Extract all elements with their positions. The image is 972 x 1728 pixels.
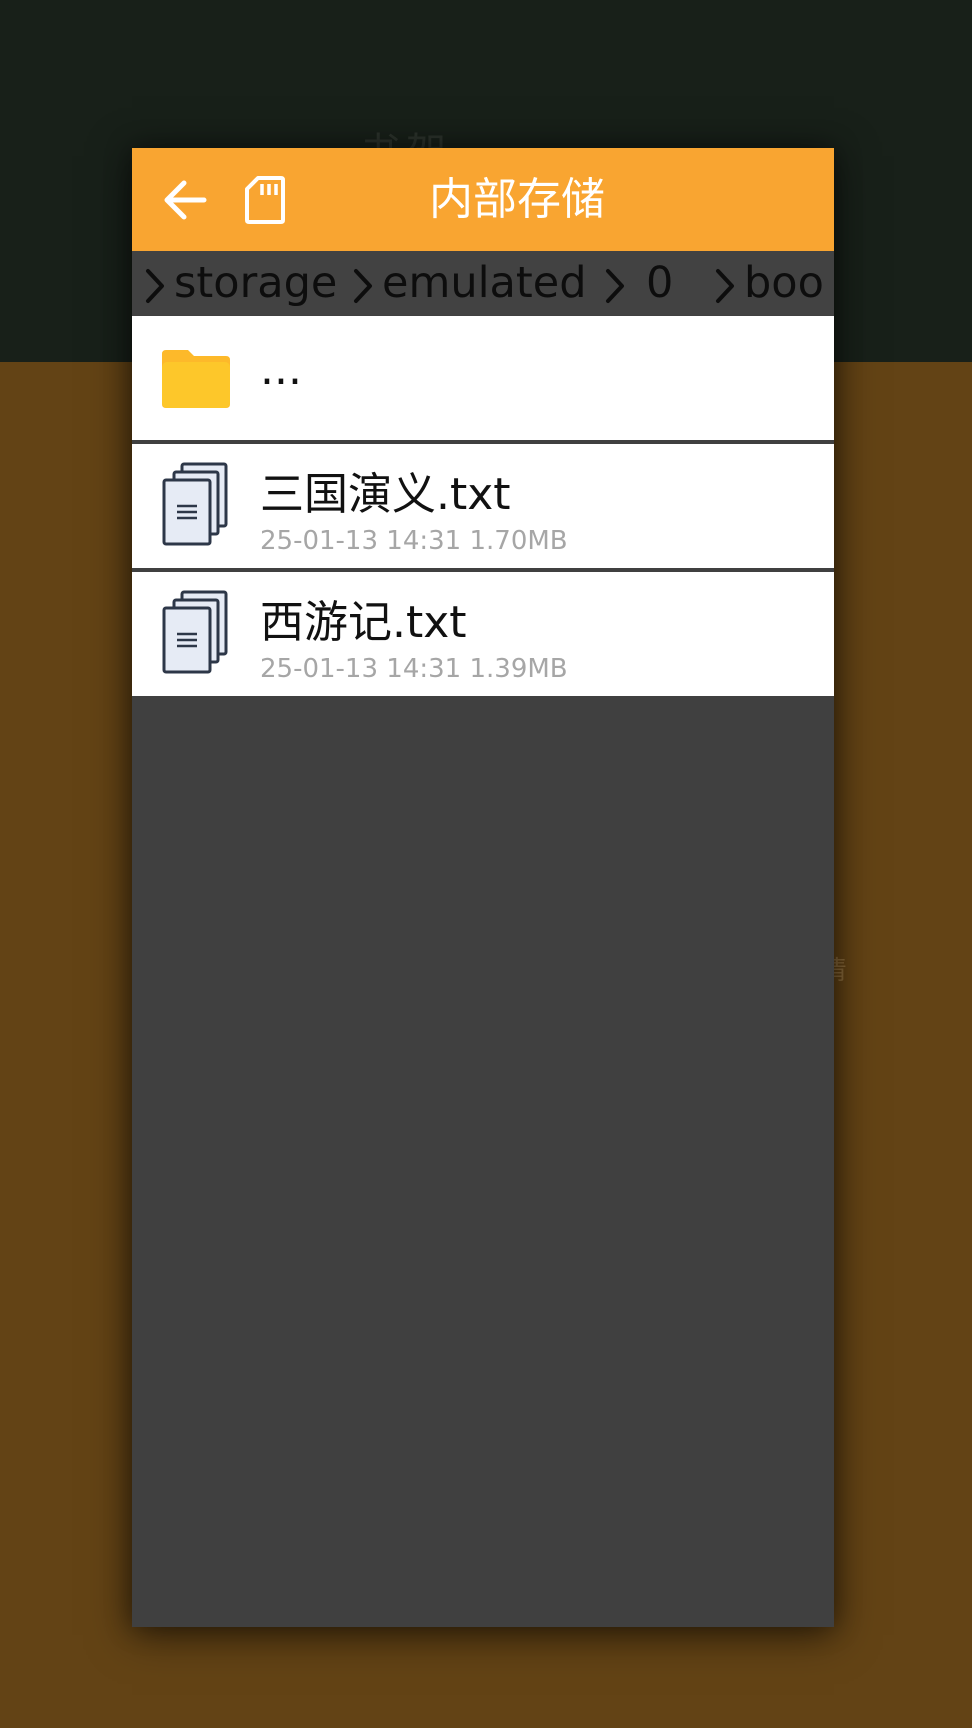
file-meta: 25-01-13 14:31 1.70MB [260,526,568,556]
breadcrumb-label: boo [744,258,824,308]
folder-icon [162,350,230,408]
breadcrumb-item-books[interactable]: boo [712,251,824,315]
chevron-right-icon [146,268,164,303]
breadcrumb-label: storage [174,258,338,308]
arrow-left-icon[interactable] [162,178,208,222]
list-item-file[interactable]: 西游记.txt 25-01-13 14:31 1.39MB [132,572,834,696]
file-picker-dialog: 内部存储 storage emulated 0 boo ... 三国演义.txt… [132,148,834,1627]
breadcrumb: storage emulated 0 boo [132,251,834,315]
chevron-right-icon [716,268,734,303]
list-item-file[interactable]: 三国演义.txt 25-01-13 14:31 1.70MB [132,444,834,568]
breadcrumb-label: 0 [646,258,674,308]
file-meta: 25-01-13 14:31 1.39MB [260,654,568,684]
text-document-icon [162,590,228,674]
file-name: 三国演义.txt [260,469,511,520]
breadcrumb-label: emulated [382,258,587,308]
dialog-titlebar: 内部存储 [132,148,834,251]
breadcrumb-item-emulated[interactable]: emulated [350,251,587,315]
text-document-icon [162,462,228,546]
file-name: 西游记.txt [260,597,467,648]
file-name: ... [260,344,302,395]
list-item-parent-folder[interactable]: ... [132,316,834,440]
sd-card-icon[interactable] [244,175,286,225]
screen: 书架 情 内部存储 storage emulated 0 [0,0,972,1728]
chevron-right-icon [606,268,624,303]
breadcrumb-item-0[interactable]: 0 [602,251,673,315]
chevron-right-icon [354,268,372,303]
breadcrumb-item-storage[interactable]: storage [142,251,337,315]
dialog-title: 内部存储 [429,174,605,225]
